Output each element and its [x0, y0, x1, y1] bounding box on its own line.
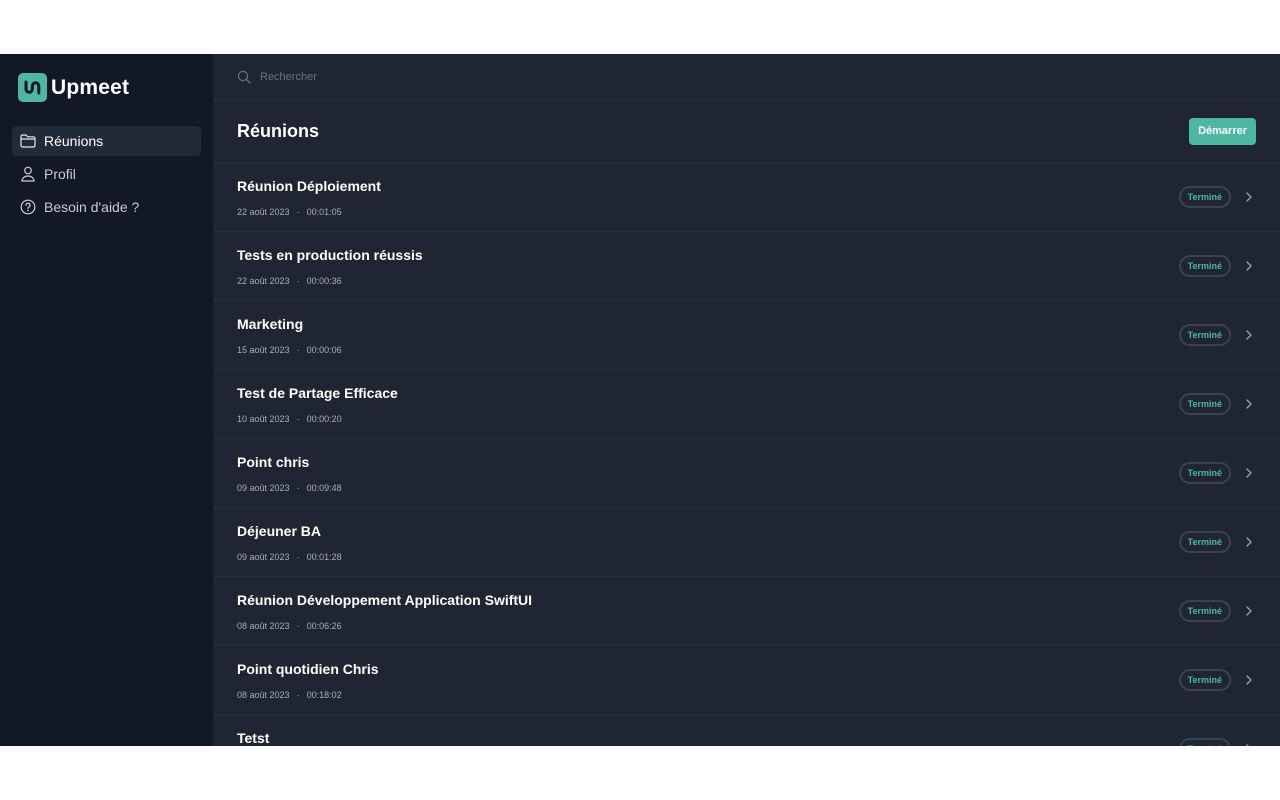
meeting-row[interactable]: Point chris 09 août 2023 · 00:09:48 Term…: [213, 439, 1280, 508]
meeting-meta: 15 août 2023 · 00:00:06: [237, 345, 342, 355]
sidebar-item-label: Réunions: [44, 133, 104, 149]
meeting-title: Déjeuner BA: [237, 523, 322, 539]
meeting-duration: 00:06:26: [306, 621, 342, 631]
meeting-date: 22 août 2023: [237, 207, 290, 217]
help-circle-icon: [19, 199, 36, 216]
page-header: Réunions Démarrer: [213, 100, 1280, 163]
meeting-meta: 08 août 2023 · 00:06:26: [237, 621, 342, 631]
status-badge: Terminé: [1178, 669, 1231, 691]
status-badge: Terminé: [1178, 531, 1231, 553]
meetings-list: Réunion Déploiement 22 août 2023 · 00:01…: [213, 163, 1280, 746]
status-badge: Terminé: [1178, 462, 1231, 484]
meeting-date: 09 août 2023: [237, 552, 290, 562]
brand[interactable]: Upmeet: [18, 73, 129, 102]
sidebar-nav: Réunions Profil Besoin d'aide ?: [12, 126, 201, 225]
chevron-right-icon: [1244, 605, 1254, 617]
meeting-meta: 10 août 2023 · 00:00:20: [237, 414, 342, 424]
chevron-right-icon: [1244, 398, 1254, 410]
status-badge: Terminé: [1178, 600, 1231, 622]
meta-separator: ·: [296, 207, 300, 217]
chevron-right-icon: [1244, 260, 1254, 272]
sidebar: Upmeet Réunions Profil Besoin d'aide ?: [0, 54, 213, 746]
meeting-duration: 00:01:05: [306, 207, 342, 217]
folder-icon: [19, 133, 36, 150]
upmeet-logo-icon: [18, 73, 47, 102]
meeting-duration: 00:09:48: [306, 483, 342, 493]
meeting-row[interactable]: Tests en production réussis 22 août 2023…: [213, 232, 1280, 301]
meta-separator: ·: [296, 621, 300, 631]
meeting-meta: 22 août 2023 · 00:00:36: [237, 276, 342, 286]
meta-separator: ·: [296, 483, 300, 493]
sidebar-item-label: Besoin d'aide ?: [44, 199, 140, 215]
meeting-duration: 00:01:28: [306, 552, 342, 562]
meeting-row[interactable]: Réunion Déploiement 22 août 2023 · 00:01…: [213, 163, 1280, 232]
status-badge: Terminé: [1178, 255, 1231, 277]
meeting-meta: 22 août 2023 · 00:01:05: [237, 207, 342, 217]
start-meeting-button[interactable]: Démarrer: [1189, 117, 1256, 145]
meeting-date: 15 août 2023: [237, 345, 290, 355]
meeting-title: Tetst: [237, 730, 270, 746]
sidebar-item-reunions[interactable]: Réunions: [12, 126, 201, 156]
chevron-right-icon: [1244, 191, 1254, 203]
meeting-title: Point quotidien Chris: [237, 661, 379, 677]
meeting-date: 08 août 2023: [237, 690, 290, 700]
meeting-title: Test de Partage Efficace: [237, 385, 398, 401]
meeting-title: Point chris: [237, 454, 310, 470]
meeting-row[interactable]: Point quotidien Chris 08 août 2023 · 00:…: [213, 646, 1280, 715]
meeting-date: 09 août 2023: [237, 483, 290, 493]
search-input[interactable]: [260, 70, 660, 83]
meeting-row[interactable]: Réunion Développement Application SwiftU…: [213, 577, 1280, 646]
user-icon: [19, 166, 36, 183]
search-bar: [213, 54, 1280, 100]
meeting-row[interactable]: Tetst Terminé: [213, 715, 1280, 746]
meeting-duration: 00:00:36: [306, 276, 342, 286]
status-badge: Terminé: [1178, 393, 1231, 415]
meeting-duration: 00:18:02: [306, 690, 342, 700]
main-content: Réunions Démarrer Réunion Déploiement 22…: [213, 54, 1280, 746]
status-badge: Terminé: [1178, 186, 1231, 208]
meeting-duration: 00:00:06: [306, 345, 342, 355]
meeting-row[interactable]: Marketing 15 août 2023 · 00:00:06 Termin…: [213, 301, 1280, 370]
meeting-title: Tests en production réussis: [237, 247, 423, 263]
chevron-right-icon: [1244, 674, 1254, 686]
meeting-row[interactable]: Déjeuner BA 09 août 2023 · 00:01:28 Term…: [213, 508, 1280, 577]
meeting-title: Réunion Développement Application SwiftU…: [237, 592, 533, 608]
meeting-date: 10 août 2023: [237, 414, 290, 424]
meta-separator: ·: [296, 552, 300, 562]
meeting-title: Réunion Déploiement: [237, 178, 381, 194]
meeting-meta: 09 août 2023 · 00:01:28: [237, 552, 342, 562]
chevron-right-icon: [1244, 536, 1254, 548]
meeting-meta: 08 août 2023 · 00:18:02: [237, 690, 342, 700]
meta-separator: ·: [296, 345, 300, 355]
sidebar-item-profil[interactable]: Profil: [12, 159, 201, 189]
status-badge: Terminé: [1178, 324, 1231, 346]
sidebar-item-help[interactable]: Besoin d'aide ?: [12, 192, 201, 222]
status-badge: Terminé: [1178, 738, 1231, 746]
meeting-title: Marketing: [237, 316, 304, 332]
search-icon: [237, 70, 251, 84]
meeting-meta: 09 août 2023 · 00:09:48: [237, 483, 342, 493]
meta-separator: ·: [296, 690, 300, 700]
chevron-right-icon: [1244, 329, 1254, 341]
meeting-row[interactable]: Test de Partage Efficace 10 août 2023 · …: [213, 370, 1280, 439]
meeting-date: 22 août 2023: [237, 276, 290, 286]
page-title: Réunions: [237, 120, 320, 141]
meta-separator: ·: [296, 276, 300, 286]
chevron-right-icon: [1244, 743, 1254, 746]
brand-name: Upmeet: [51, 75, 130, 99]
chevron-right-icon: [1244, 467, 1254, 479]
meeting-date: 08 août 2023: [237, 621, 290, 631]
sidebar-item-label: Profil: [44, 166, 76, 182]
app-window: Upmeet Réunions Profil Besoin d'aide ? R…: [0, 54, 1280, 746]
meta-separator: ·: [296, 414, 300, 424]
meeting-duration: 00:00:20: [306, 414, 342, 424]
